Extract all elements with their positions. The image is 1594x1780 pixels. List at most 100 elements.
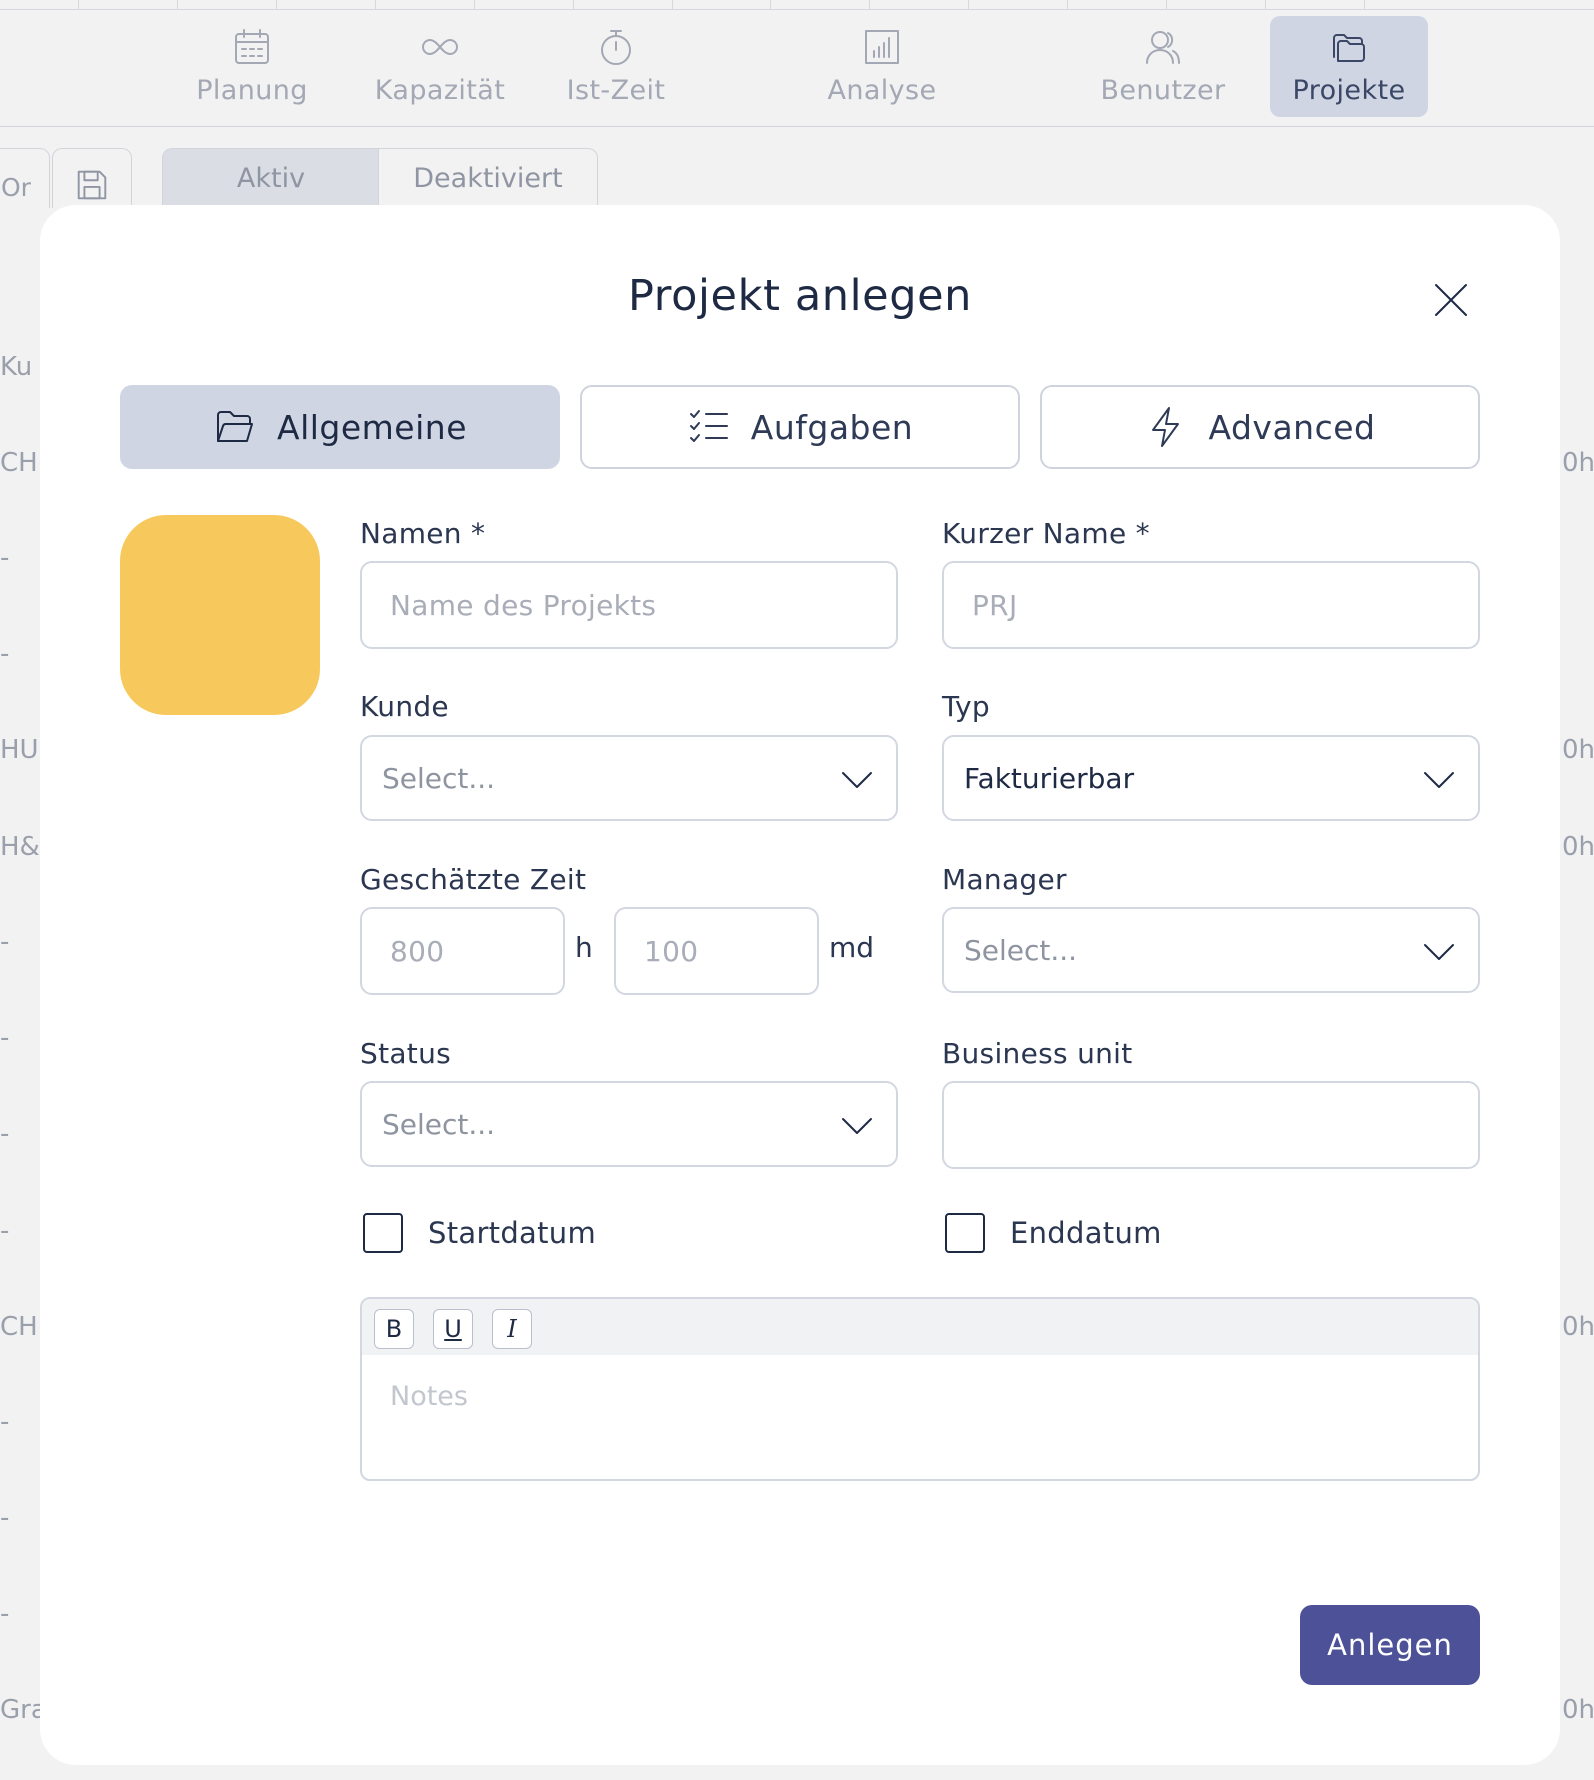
end-date-checkbox[interactable] bbox=[945, 1213, 985, 1253]
name-placeholder: Name des Projekts bbox=[390, 588, 657, 622]
name-label: Namen * bbox=[360, 517, 486, 550]
infinity-icon bbox=[422, 39, 458, 55]
days-unit: md bbox=[829, 931, 875, 964]
nav-label: Planung bbox=[196, 75, 308, 106]
end-date-label: Enddatum bbox=[1010, 1216, 1162, 1250]
checklist-icon bbox=[689, 410, 728, 442]
folders-icon bbox=[1333, 34, 1365, 62]
notes-textarea[interactable]: Notes bbox=[362, 1355, 1478, 1412]
bg-cell: - bbox=[0, 1503, 10, 1533]
nav-item-analyse[interactable]: Analyse bbox=[817, 16, 947, 117]
nav-item-projekte[interactable]: Projekte bbox=[1270, 16, 1428, 117]
manager-select[interactable]: Select... bbox=[942, 907, 1480, 993]
bg-cell: 0h bbox=[1562, 1312, 1594, 1342]
tab-allgemeine[interactable]: Allgemeine bbox=[120, 385, 560, 469]
bold-label: B bbox=[385, 1315, 403, 1343]
business-unit-label: Business unit bbox=[942, 1037, 1133, 1070]
short-name-placeholder: PRJ bbox=[972, 588, 1018, 622]
manager-label: Manager bbox=[942, 863, 1067, 896]
bar-chart-icon bbox=[865, 30, 899, 64]
hours-unit: h bbox=[575, 931, 593, 964]
customer-select[interactable]: Select... bbox=[360, 735, 898, 821]
type-label: Typ bbox=[942, 690, 990, 723]
status-select[interactable]: Select... bbox=[360, 1081, 898, 1167]
close-icon[interactable] bbox=[1432, 281, 1470, 319]
bg-cell: - bbox=[0, 543, 10, 573]
bg-cell: - bbox=[0, 1023, 10, 1053]
create-project-button[interactable]: Anlegen bbox=[1300, 1605, 1480, 1685]
short-name-input[interactable]: PRJ bbox=[942, 561, 1480, 649]
type-value: Fakturierbar bbox=[964, 761, 1135, 795]
tab-aktiv[interactable]: Aktiv bbox=[162, 148, 380, 208]
dialog-title: Projekt anlegen bbox=[627, 271, 973, 321]
start-date-checkbox[interactable] bbox=[363, 1213, 403, 1253]
hours-placeholder: 800 bbox=[390, 934, 445, 968]
lightning-icon bbox=[1152, 407, 1180, 447]
chevron-down-icon bbox=[842, 1118, 872, 1134]
underline-button[interactable]: U bbox=[433, 1309, 473, 1349]
tab-advanced[interactable]: Advanced bbox=[1040, 385, 1480, 469]
estimated-hours-input[interactable]: 800 bbox=[360, 907, 565, 995]
customer-label: Kunde bbox=[360, 690, 449, 723]
tab-label: Advanced bbox=[1208, 407, 1376, 447]
estimated-days-input[interactable]: 100 bbox=[614, 907, 819, 995]
users-icon bbox=[1146, 31, 1180, 64]
tab-deaktiviert[interactable]: Deaktiviert bbox=[378, 148, 598, 208]
type-select[interactable]: Fakturierbar bbox=[942, 735, 1480, 821]
bold-button[interactable]: B bbox=[374, 1309, 414, 1349]
chevron-down-icon bbox=[1424, 944, 1454, 960]
bg-cell: Ku bbox=[0, 352, 33, 382]
nav-label: Ist-Zeit bbox=[566, 75, 666, 106]
bg-cell: - bbox=[0, 639, 10, 669]
bg-cell: 0h bbox=[1562, 832, 1594, 862]
start-date-label: Startdatum bbox=[428, 1216, 597, 1250]
italic-button[interactable]: I bbox=[492, 1309, 532, 1349]
create-project-dialog: Projekt anlegen Allgemeine Aufgaben Adva… bbox=[40, 205, 1560, 1765]
nav-label: Kapazität bbox=[374, 75, 506, 106]
bg-cell: 0h bbox=[1562, 735, 1594, 765]
italic-label: I bbox=[507, 1315, 517, 1343]
nav-item-kapazitaet[interactable]: Kapazität bbox=[365, 16, 515, 117]
nav-label: Analyse bbox=[827, 75, 937, 106]
tab-label: Allgemeine bbox=[277, 407, 467, 447]
stopwatch-icon bbox=[601, 30, 631, 65]
main-navigation: Planung Kapazität Ist-Zeit Analyse Benut… bbox=[0, 10, 1594, 127]
bg-cell: - bbox=[0, 1407, 10, 1437]
bg-cell: - bbox=[0, 1216, 10, 1246]
bg-cell: CH bbox=[0, 448, 38, 478]
nav-item-benutzer[interactable]: Benutzer bbox=[1093, 16, 1233, 117]
tab-aufgaben[interactable]: Aufgaben bbox=[580, 385, 1020, 469]
notes-placeholder: Notes bbox=[390, 1381, 468, 1412]
customer-value: Select... bbox=[382, 761, 496, 795]
top-ruler bbox=[0, 0, 1594, 10]
chevron-down-icon bbox=[1424, 772, 1454, 788]
background-search-text: Or bbox=[1, 173, 31, 202]
nav-item-ist-zeit[interactable]: Ist-Zeit bbox=[556, 16, 676, 117]
status-label: Status bbox=[360, 1037, 452, 1070]
bg-cell: 0h bbox=[1562, 1695, 1594, 1725]
project-color-picker[interactable] bbox=[120, 515, 320, 715]
nav-item-planung[interactable]: Planung bbox=[182, 16, 322, 117]
bg-cell: 0h bbox=[1562, 448, 1594, 478]
calendar-icon bbox=[235, 29, 269, 64]
bg-cell: - bbox=[0, 1119, 10, 1149]
tab-label: Aktiv bbox=[236, 163, 306, 194]
bg-cell: H& bbox=[0, 832, 40, 862]
tab-label: Aufgaben bbox=[750, 407, 914, 447]
project-name-input[interactable]: Name des Projekts bbox=[360, 561, 898, 649]
notes-editor: B U I Notes bbox=[360, 1297, 1480, 1481]
bg-cell: CH bbox=[0, 1312, 38, 1342]
nav-label: Projekte bbox=[1292, 75, 1406, 106]
nav-label: Benutzer bbox=[1100, 75, 1226, 106]
business-unit-input[interactable] bbox=[942, 1081, 1480, 1169]
bg-cell: - bbox=[0, 1599, 10, 1629]
chevron-down-icon bbox=[842, 772, 872, 788]
save-view-button[interactable] bbox=[52, 148, 132, 208]
short-name-label: Kurzer Name * bbox=[942, 517, 1150, 550]
days-placeholder: 100 bbox=[644, 934, 699, 968]
tab-label: Deaktiviert bbox=[413, 163, 563, 194]
create-button-label: Anlegen bbox=[1327, 1628, 1453, 1662]
estimated-time-label: Geschätzte Zeit bbox=[360, 863, 587, 896]
background-search-box[interactable]: Or bbox=[0, 148, 50, 208]
status-value: Select... bbox=[382, 1107, 496, 1141]
